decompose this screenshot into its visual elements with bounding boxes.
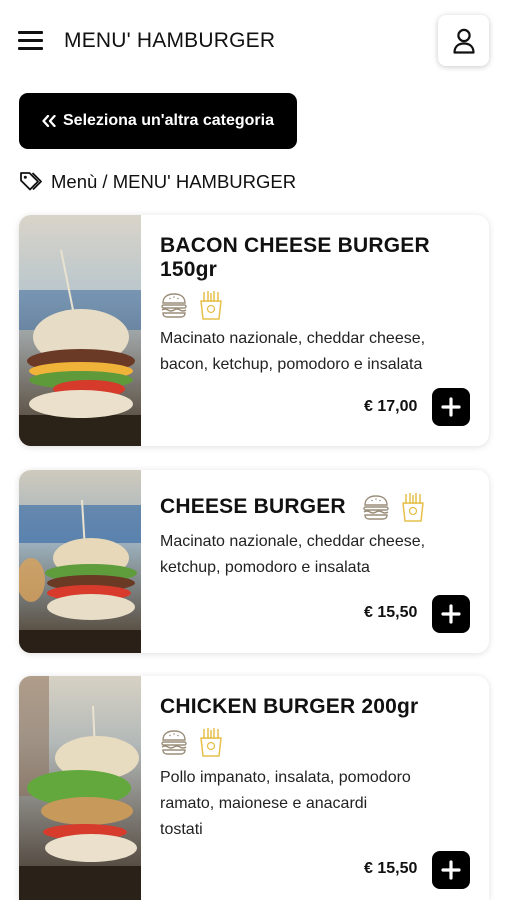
product-card[interactable]: CHICKEN BURGER 200gr Pollo impanato, ins… [19, 676, 489, 900]
breadcrumb-text: Menù / MENU' HAMBURGER [51, 171, 297, 192]
fries-icon [200, 728, 222, 757]
select-category-button[interactable]: Seleziona un'altra categoria [19, 93, 297, 149]
top-bar: MENU' HAMBURGER [0, 0, 507, 82]
product-icons [160, 290, 475, 320]
add-to-cart-button[interactable] [432, 388, 470, 426]
hamburger-menu-icon[interactable] [18, 29, 44, 53]
product-price: € 15,50 [364, 860, 418, 877]
product-image[interactable] [19, 215, 141, 446]
product-image[interactable] [19, 470, 141, 653]
plus-icon [441, 860, 461, 880]
product-description: Macinato nazionale, cheddar cheese, ketc… [160, 533, 426, 576]
fries-icon [200, 291, 222, 320]
product-name: CHEESE BURGER [160, 495, 346, 518]
add-to-cart-button[interactable] [432, 851, 470, 889]
product-header: CHEESE BURGER [160, 492, 475, 522]
product-card[interactable]: CHEESE BURGER Macinato nazionale, chedda… [19, 470, 489, 653]
product-name: CHICKEN BURGER 200gr [160, 695, 419, 718]
user-icon [452, 28, 475, 54]
user-account-button[interactable] [438, 15, 489, 66]
product-price: € 17,00 [364, 398, 418, 415]
burger-icon [161, 293, 187, 318]
double-chevron-left-icon [42, 115, 56, 127]
product-description: Pollo impanato, insalata, pomodoro ramat… [160, 769, 411, 838]
add-to-cart-button[interactable] [432, 595, 470, 633]
plus-icon [441, 604, 461, 624]
fries-icon [402, 493, 424, 522]
product-icons [160, 727, 475, 757]
breadcrumb: Menù / MENU' HAMBURGER [19, 169, 296, 195]
burger-icon [363, 495, 389, 520]
plus-icon [441, 397, 461, 417]
product-icons [362, 492, 425, 522]
select-category-label: Seleziona un'altra categoria [63, 112, 274, 129]
product-card[interactable]: BACON CHEESE BURGER 150gr Macinato nazio… [19, 215, 489, 446]
tags-icon [20, 172, 42, 191]
burger-icon [161, 730, 187, 755]
page-title: MENU' HAMBURGER [64, 29, 276, 52]
product-name: BACON CHEESE BURGER 150gr [160, 234, 430, 281]
product-price: € 15,50 [364, 604, 418, 621]
product-description: Macinato nazionale, cheddar cheese, baco… [160, 330, 426, 373]
product-image[interactable] [19, 676, 141, 900]
